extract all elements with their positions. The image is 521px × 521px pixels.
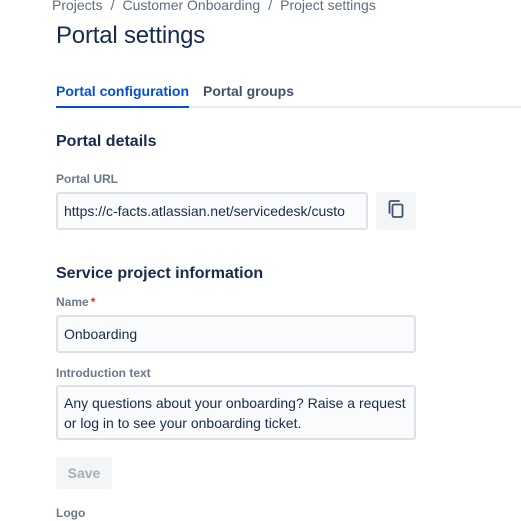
- breadcrumb-project-settings[interactable]: Project settings: [280, 0, 376, 13]
- breadcrumb-separator: /: [268, 0, 273, 13]
- breadcrumb: Projects / Customer Onboarding / Project set…: [52, 0, 376, 15]
- required-indicator: *: [90, 295, 96, 309]
- introduction-text-input[interactable]: Any questions about your onboarding? Rai…: [56, 385, 416, 440]
- portal-url-label: Portal URL: [56, 172, 119, 186]
- name-label: Name *: [56, 294, 95, 310]
- page-title: Portal settings: [56, 22, 206, 49]
- name-label-text: Name: [56, 295, 89, 309]
- copy-url-button[interactable]: [376, 192, 416, 230]
- tab-portal-groups[interactable]: Portal groups: [203, 82, 294, 104]
- copy-icon: [388, 199, 404, 223]
- tab-list: Portal configuration Portal groups: [56, 82, 521, 108]
- service-project-information-heading: Service project information: [56, 265, 264, 282]
- save-button[interactable]: Save: [56, 457, 112, 489]
- portal-details-heading: Portal details: [56, 133, 157, 150]
- name-input[interactable]: Onboarding: [56, 315, 416, 353]
- breadcrumb-customer-onboarding[interactable]: Customer Onboarding: [122, 0, 260, 13]
- tab-portal-configuration[interactable]: Portal configuration: [56, 82, 189, 108]
- introduction-text-label: Introduction text: [56, 366, 151, 380]
- portal-url-field[interactable]: https://c-facts.atlassian.net/servicedes…: [56, 192, 368, 230]
- breadcrumb-projects[interactable]: Projects: [52, 0, 103, 13]
- breadcrumb-separator: /: [110, 0, 115, 13]
